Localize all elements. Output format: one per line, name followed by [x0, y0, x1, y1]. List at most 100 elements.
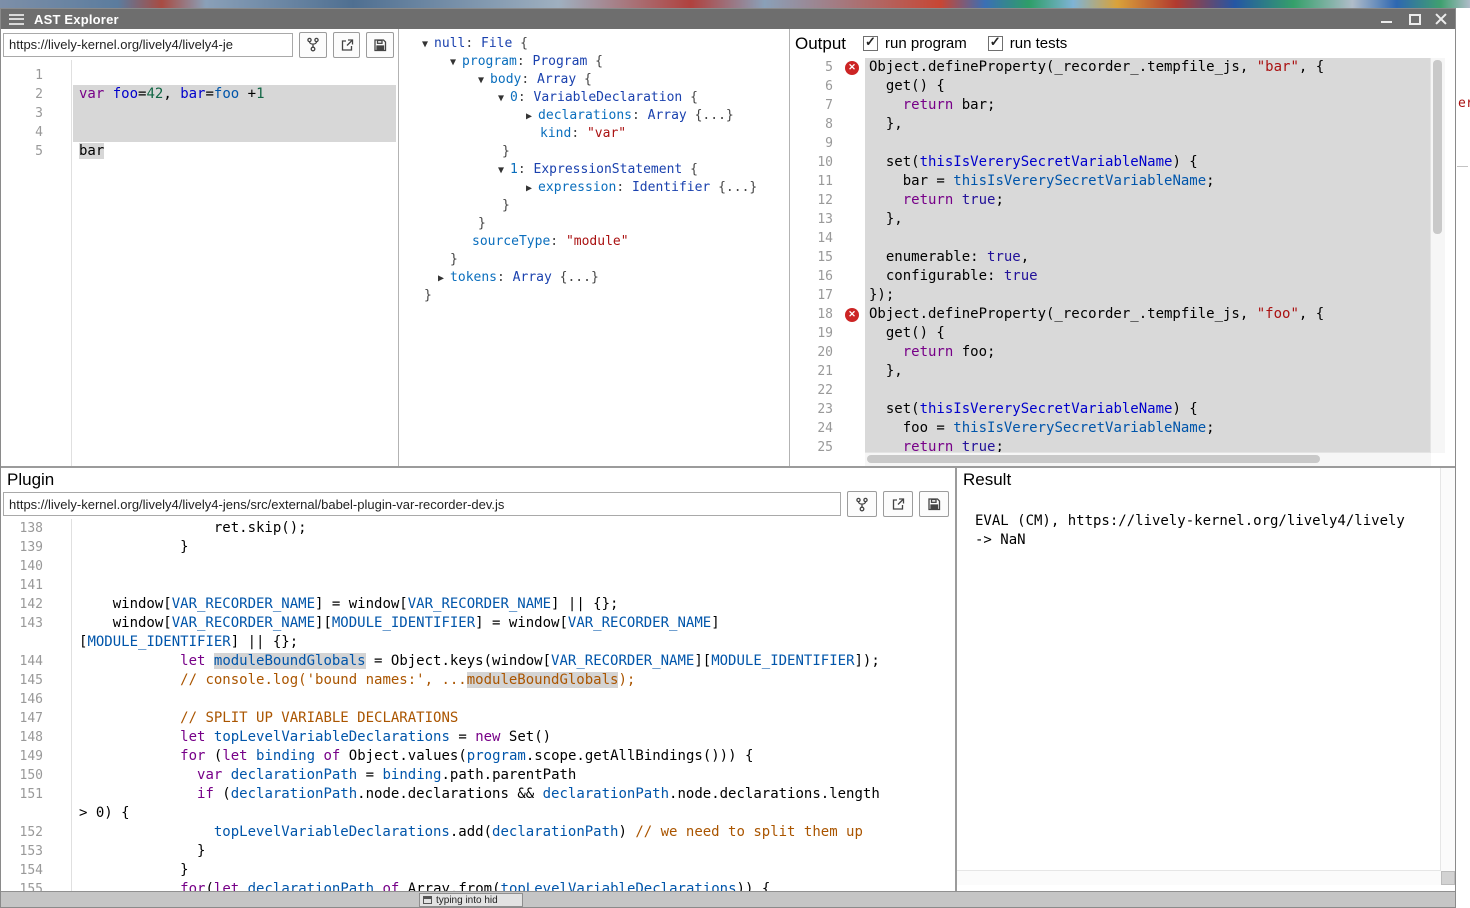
disclosure-triangle-icon[interactable]: ▶	[438, 273, 450, 284]
badge-slot	[839, 381, 865, 400]
code-line: 146	[1, 690, 953, 709]
code-token: declarationPath	[543, 786, 669, 802]
code-token: {	[587, 54, 603, 69]
code-text: set(thisIsVererySecretVariableName) {	[865, 400, 1198, 419]
line-number: 16	[791, 267, 839, 286]
source-editor[interactable]: 12var foo=42, bar=foo +1345bar	[1, 60, 398, 466]
ast-node-line[interactable]: }	[420, 251, 789, 269]
code-token	[79, 767, 197, 783]
code-token: , {	[1299, 59, 1324, 75]
line-number: 142	[1, 595, 49, 614]
code-line: 145 // console.log('bound names:', ...mo…	[1, 671, 953, 690]
scrollbar-thumb[interactable]	[1433, 60, 1442, 234]
code-line: 4	[1, 123, 398, 142]
maximize-button[interactable]	[1408, 13, 1420, 25]
code-token: ;	[1206, 173, 1214, 189]
code-line: 16 configurable: true	[791, 267, 1431, 286]
code-token	[79, 710, 180, 726]
output-vertical-scrollbar[interactable]	[1430, 58, 1445, 453]
source-url-input[interactable]	[3, 33, 293, 57]
background-window-edge: er	[1456, 8, 1470, 908]
code-line: 149 for (let binding of Object.values(pr…	[1, 747, 953, 766]
ast-node-line[interactable]: }	[420, 143, 789, 161]
code-token: {...}	[552, 270, 599, 285]
code-token: }	[79, 539, 189, 555]
open-external-button[interactable]	[883, 491, 913, 517]
code-token: }	[478, 216, 486, 231]
plugin-url-input[interactable]	[3, 492, 841, 516]
branch-button[interactable]	[847, 491, 877, 517]
branch-icon	[855, 497, 869, 512]
code-token: (	[205, 748, 222, 764]
ast-node-line[interactable]: ▼ body: Array {	[420, 71, 789, 89]
ast-node-line[interactable]: ▼ program: Program {	[420, 53, 789, 71]
ast-node-line[interactable]: ▼ 0: VariableDeclaration {	[420, 89, 789, 107]
code-token: ] = window[	[475, 615, 568, 631]
disclosure-triangle-icon[interactable]: ▼	[498, 165, 510, 176]
code-token: :	[517, 54, 533, 69]
output-horizontal-scrollbar[interactable]	[865, 452, 1431, 466]
title-bar[interactable]: AST Explorer	[1, 9, 1455, 29]
line-number: 2	[1, 85, 49, 104]
code-token: "module"	[566, 234, 629, 249]
scrollbar-corner[interactable]	[1441, 871, 1455, 885]
error-badge-icon[interactable]	[839, 58, 865, 77]
code-token: :	[518, 162, 534, 177]
error-badge-icon[interactable]	[839, 305, 865, 324]
code-text: },	[865, 115, 903, 134]
ast-node-line[interactable]: ▼ 1: ExpressionStatement {	[420, 161, 789, 179]
ast-node-line[interactable]: ▶ tokens: Array {...}	[420, 269, 789, 287]
code-token: return	[903, 344, 954, 360]
result-vertical-scrollbar[interactable]	[1440, 468, 1455, 871]
run-tests-checkbox[interactable]	[988, 36, 1003, 51]
code-token: foo =	[869, 420, 953, 436]
badge-slot	[839, 286, 865, 305]
clipped-text-fragment: er	[1458, 96, 1470, 111]
code-token: null	[434, 36, 465, 51]
code-token: }	[79, 862, 189, 878]
menu-icon[interactable]	[9, 14, 24, 25]
code-token: =	[357, 767, 382, 783]
ast-tree-pane[interactable]: ▼ null: File {▼ program: Program {▼ body…	[400, 29, 790, 466]
ast-node-line[interactable]: }	[420, 287, 789, 305]
close-button[interactable]	[1435, 13, 1447, 25]
run-tests-label: run tests	[1010, 35, 1068, 52]
run-program-checkbox[interactable]	[863, 36, 878, 51]
minimize-button[interactable]	[1381, 13, 1393, 25]
line-number: 14	[791, 229, 839, 248]
output-editor[interactable]: 5Object.defineProperty(_recorder_.tempfi…	[791, 58, 1431, 453]
plugin-editor[interactable]: 138 ret.skip();139 }140141142 window[VAR…	[1, 519, 953, 894]
disclosure-triangle-icon[interactable]: ▼	[422, 39, 434, 50]
bottom-bar-item[interactable]: typing into hid	[419, 893, 523, 907]
bottom-bar-item-label: typing into hid	[436, 895, 498, 906]
open-external-button[interactable]	[333, 32, 361, 58]
result-title: Result	[957, 468, 1455, 490]
code-token: Array	[537, 72, 576, 87]
code-token: set(	[869, 154, 920, 170]
result-line: -> NaN	[975, 531, 1429, 550]
ast-node-line[interactable]: }	[420, 215, 789, 233]
ast-node-line[interactable]: }	[420, 197, 789, 215]
disclosure-triangle-icon[interactable]: ▼	[498, 93, 510, 104]
branch-button[interactable]	[299, 32, 327, 58]
code-token: );	[618, 672, 635, 688]
disclosure-triangle-icon[interactable]: ▼	[450, 57, 462, 68]
code-token: ]);	[855, 653, 880, 669]
scrollbar-thumb[interactable]	[867, 455, 1320, 463]
save-button[interactable]	[366, 32, 394, 58]
disclosure-triangle-icon[interactable]: ▼	[478, 75, 490, 86]
code-token: 42	[146, 86, 163, 102]
disclosure-triangle-icon[interactable]: ▶	[526, 183, 538, 194]
code-line: 11 bar = thisIsVererySecretVariableName;	[791, 172, 1431, 191]
ast-node-line[interactable]: kind: "var"	[420, 125, 789, 143]
ast-node-line[interactable]: ▶ expression: Identifier {...}	[420, 179, 789, 197]
ast-node-line[interactable]: ▼ null: File {	[420, 35, 789, 53]
ast-node-line[interactable]: sourceType: "module"	[420, 233, 789, 251]
ast-node-line[interactable]: ▶ declarations: Array {...}	[420, 107, 789, 125]
result-horizontal-scrollbar[interactable]	[957, 870, 1441, 885]
code-line: 148 let topLevelVariableDeclarations = n…	[1, 728, 953, 747]
save-button[interactable]	[919, 491, 949, 517]
line-number: 140	[1, 557, 49, 576]
line-number: 153	[1, 842, 49, 861]
disclosure-triangle-icon[interactable]: ▶	[526, 111, 538, 122]
